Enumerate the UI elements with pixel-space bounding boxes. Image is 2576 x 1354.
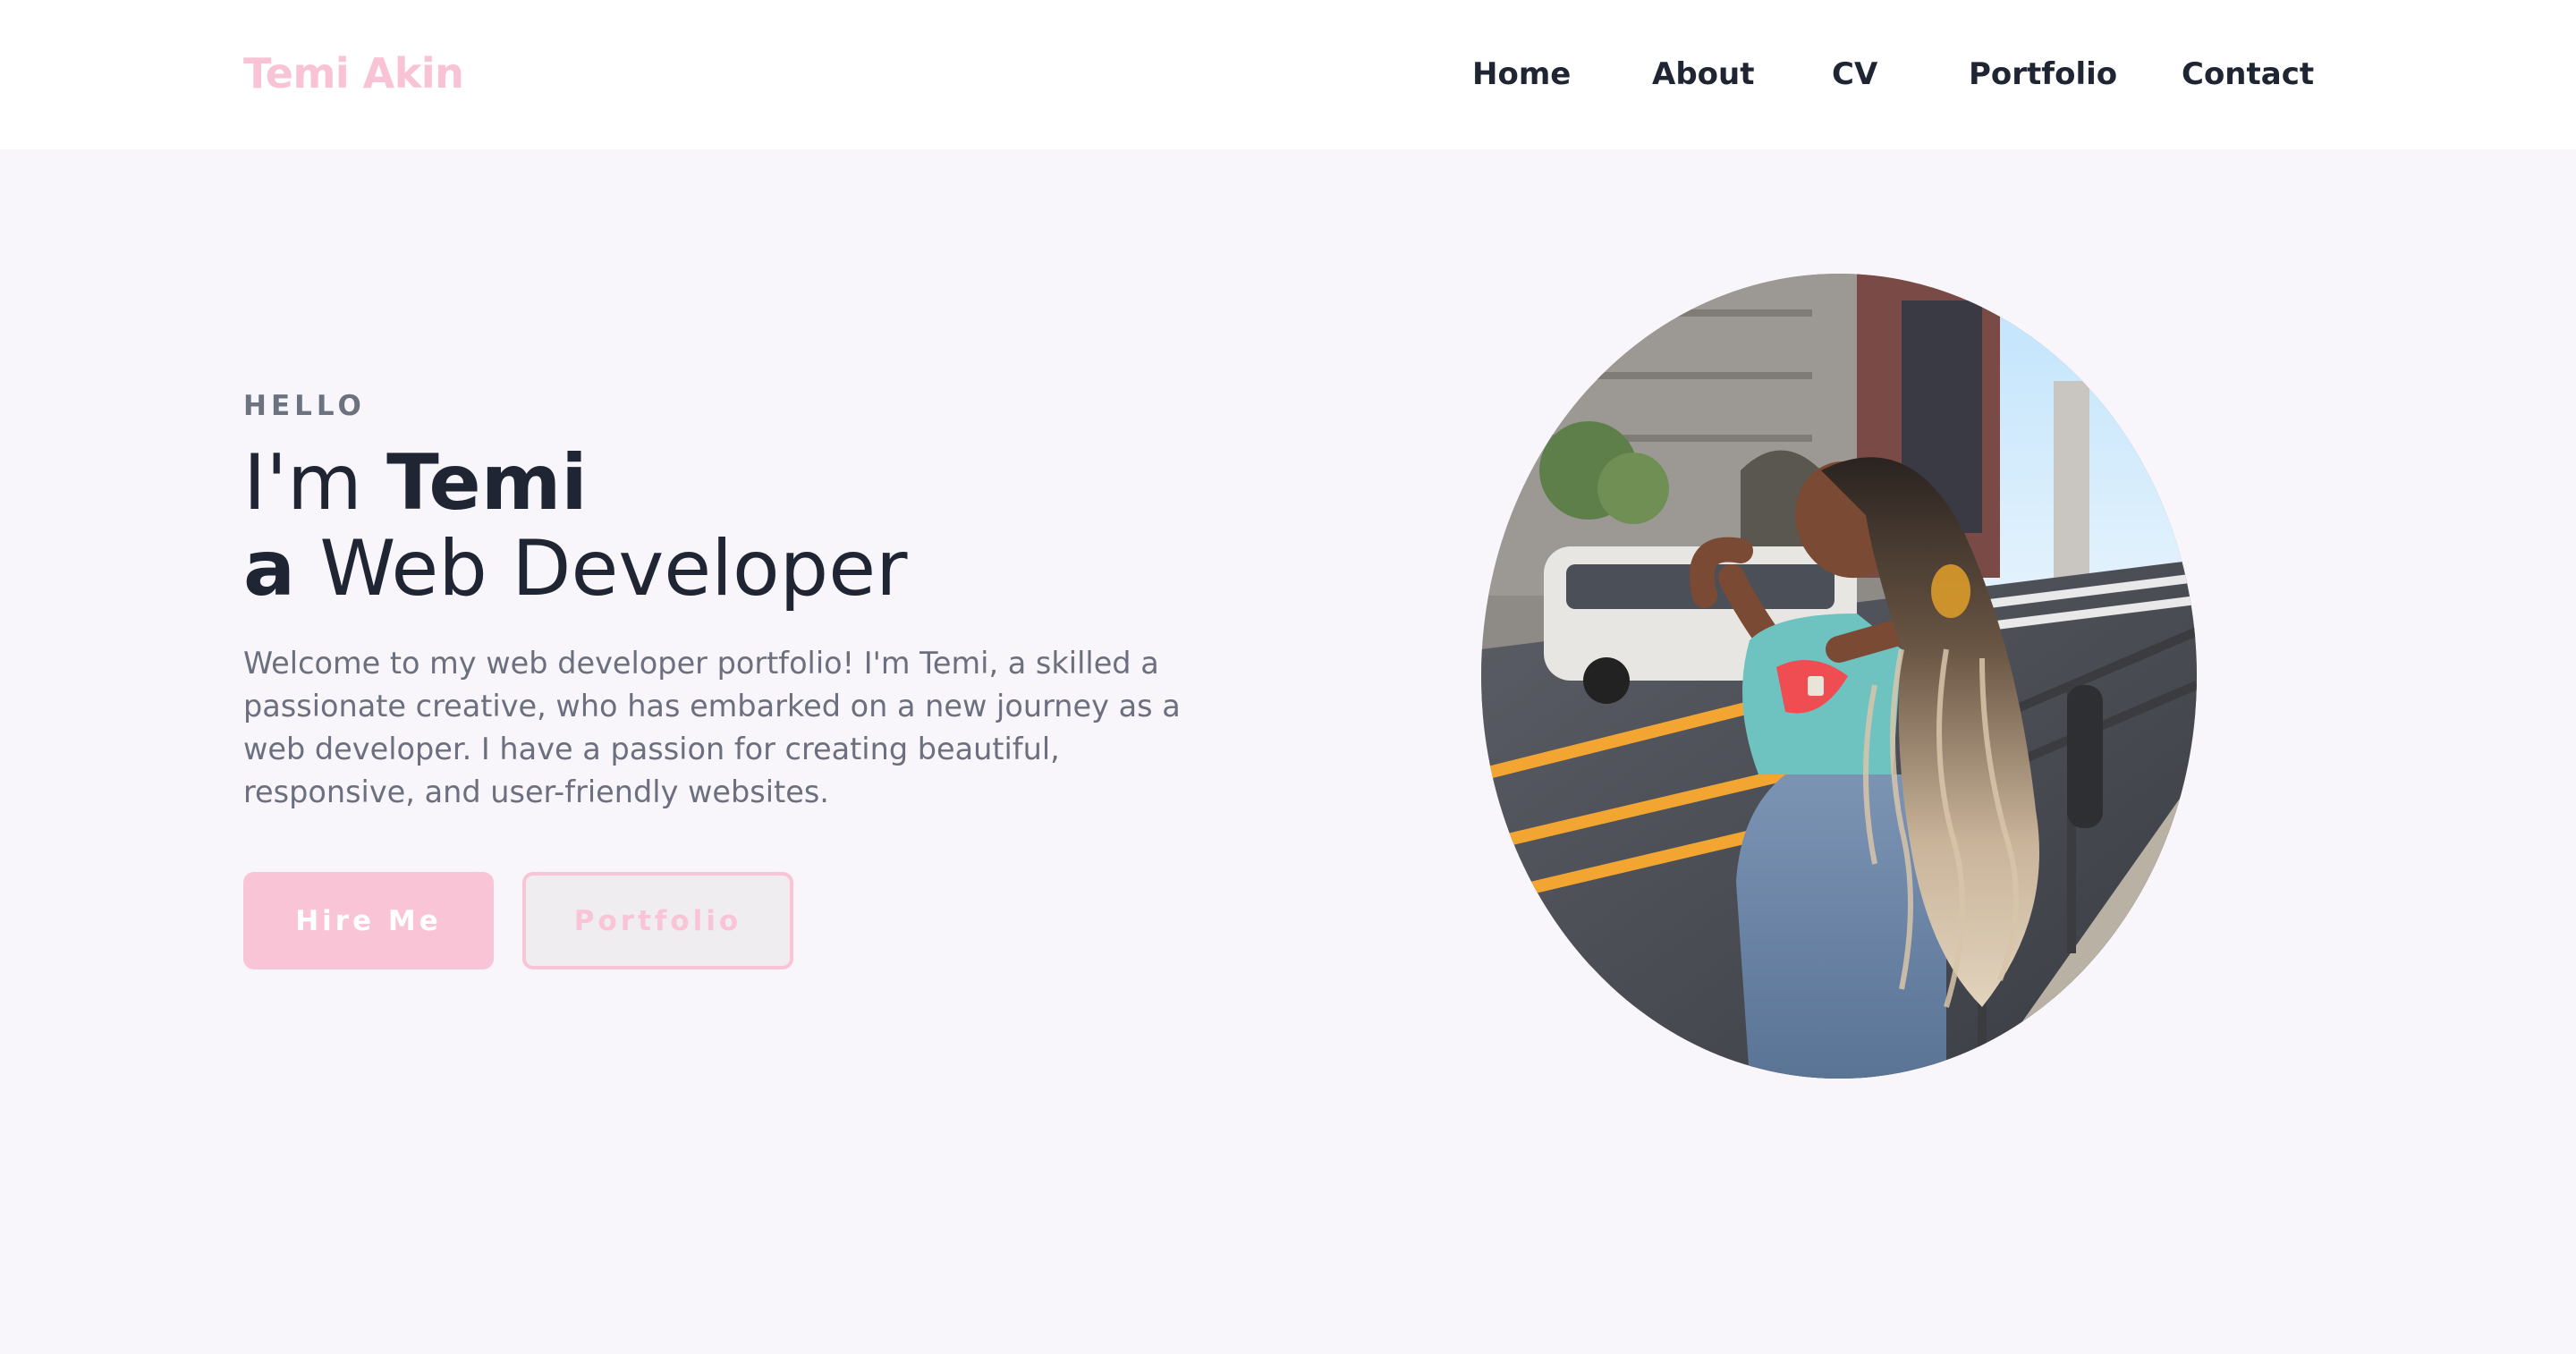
hire-me-button[interactable]: Hire Me [243, 872, 494, 969]
nav-home[interactable]: Home [1472, 52, 1571, 97]
main-nav: Home About CV Portfolio Contact [0, 52, 2576, 97]
hero-headline: I'm Temi a Web Developer [243, 440, 908, 612]
hero-eyebrow: HELLO [243, 390, 366, 422]
headline-line-1: I'm Temi [243, 438, 588, 528]
nav-contact[interactable]: Contact [2182, 52, 2314, 97]
nav-about[interactable]: About [1652, 52, 1754, 97]
profile-photo [1481, 274, 2197, 1079]
headline-line-2: a Web Developer [243, 524, 908, 614]
site-header: Temi Akin Home About CV Portfolio Contac… [0, 0, 2576, 149]
headline-name: Temi [386, 438, 588, 528]
headline-prefix: I'm [243, 438, 387, 528]
hero-bio: Welcome to my web developer portfolio! I… [243, 646, 1181, 809]
portfolio-button[interactable]: Portfolio [522, 872, 793, 969]
headline-role: Web Developer [295, 524, 908, 614]
headline-article: a [243, 524, 296, 614]
nav-cv[interactable]: CV [1832, 52, 1877, 97]
nav-portfolio[interactable]: Portfolio [1969, 52, 2117, 97]
